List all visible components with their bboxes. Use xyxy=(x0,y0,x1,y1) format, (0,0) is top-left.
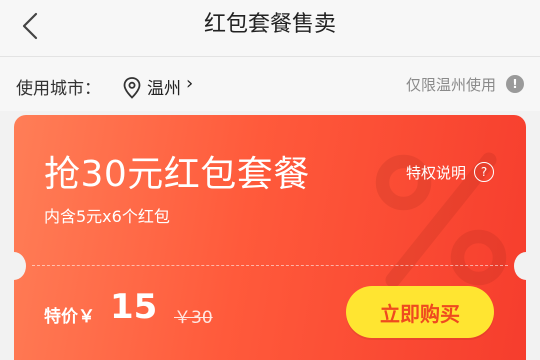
city-row: 使用城市： 温州 › 仅限温州使用 ! xyxy=(0,57,540,111)
location-pin-icon xyxy=(123,77,141,99)
card-bottom-content: 特价￥ 15 ￥30 立即购买 xyxy=(14,115,526,360)
page-title: 红包套餐售卖 xyxy=(203,12,336,37)
chevron-right-icon[interactable]: › xyxy=(186,73,193,94)
special-price-label: 特价￥ xyxy=(44,307,95,327)
city-restriction-text: 仅限温州使用 xyxy=(405,76,496,94)
special-price: 15 xyxy=(110,287,158,327)
city-label: 使用城市： xyxy=(16,79,101,99)
buy-now-button[interactable]: 立即购买 xyxy=(346,286,494,338)
info-icon[interactable]: ! xyxy=(506,75,524,93)
original-price: ￥30 xyxy=(174,308,213,328)
top-bar: 红包套餐售卖 xyxy=(0,0,540,57)
city-selector[interactable]: 温州 xyxy=(147,74,181,99)
